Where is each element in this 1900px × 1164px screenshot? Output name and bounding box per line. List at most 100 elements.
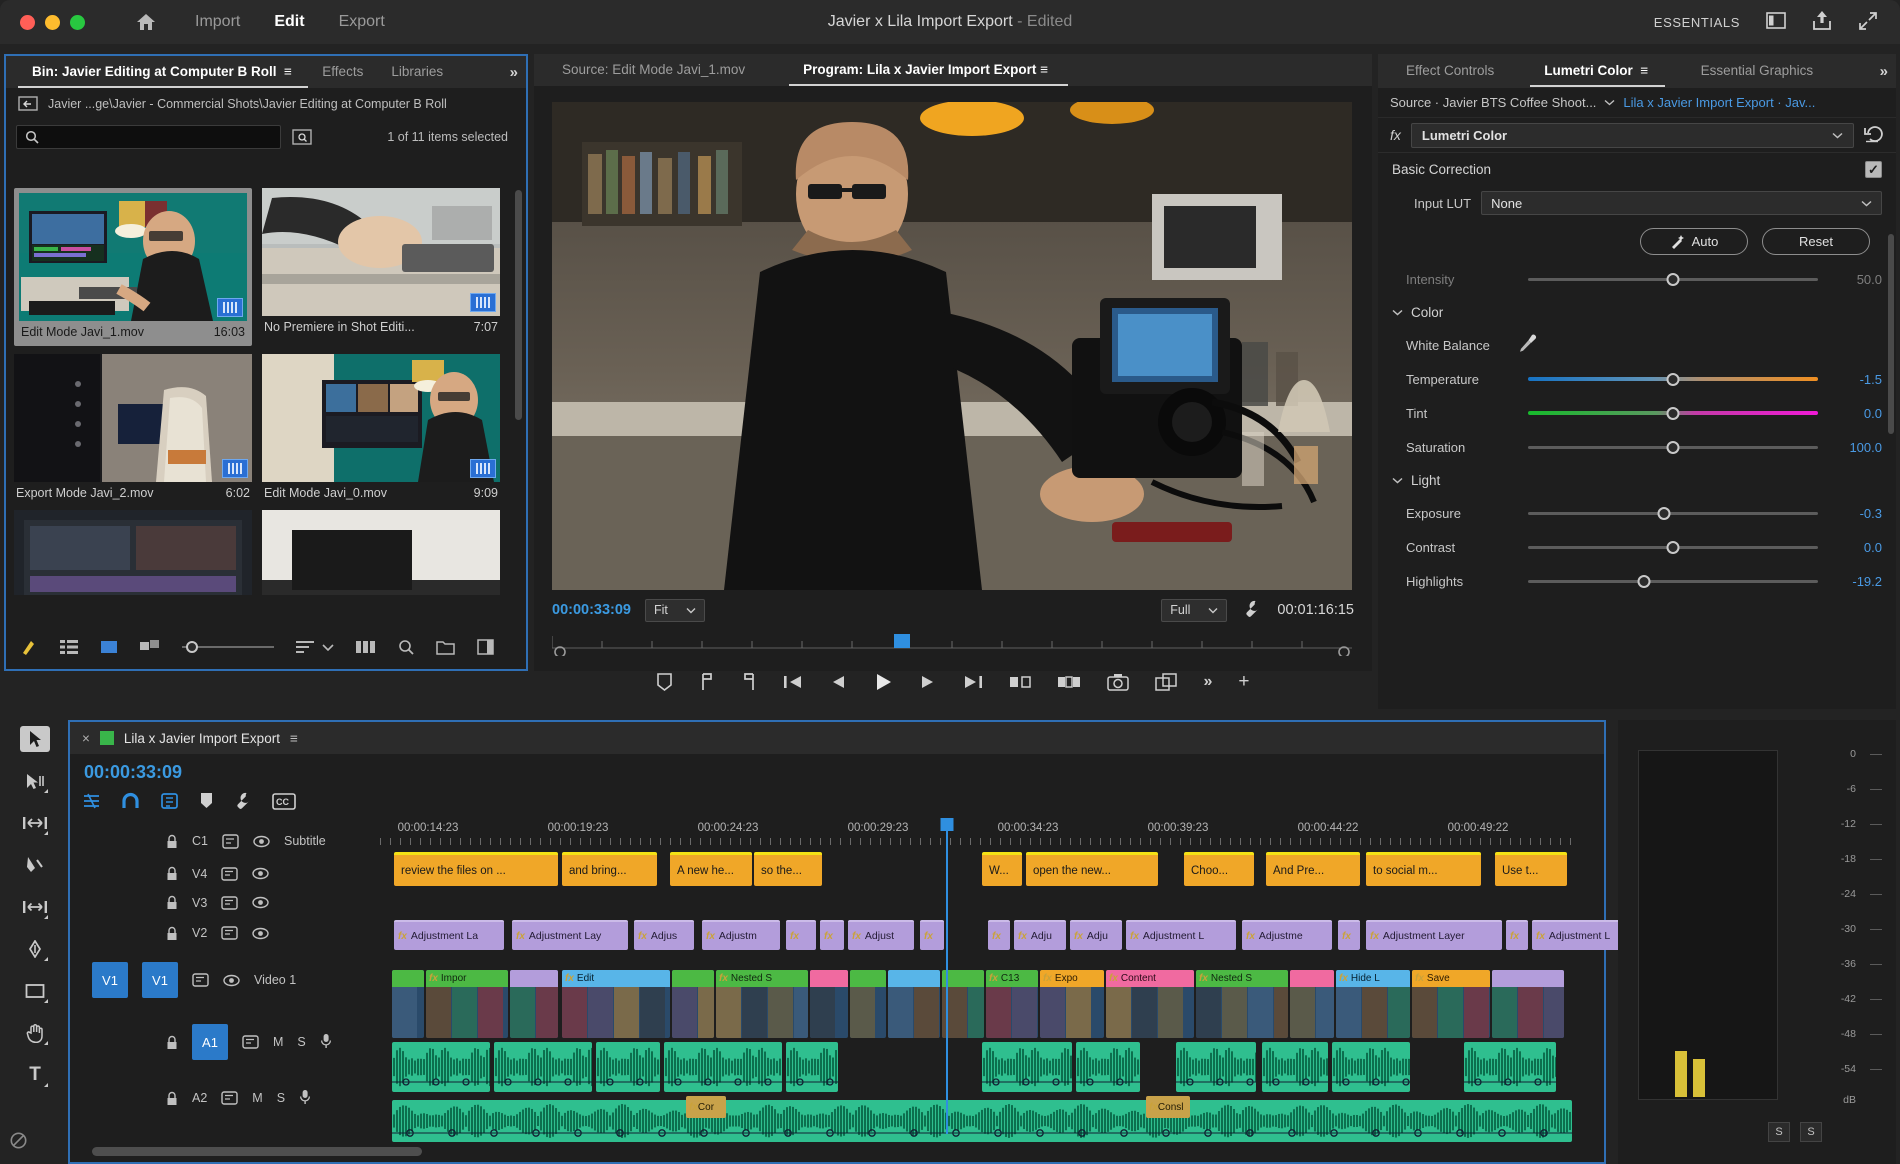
sequence-clip-label[interactable]: Lila x Javier Import Export · Jav... (1623, 95, 1815, 110)
timeline-playhead-timecode[interactable]: 00:00:33:09 (84, 762, 182, 783)
thumbnail-size-icon[interactable] (356, 639, 376, 655)
window-controls[interactable] (20, 14, 85, 30)
caption-clip[interactable]: W... (982, 852, 1022, 886)
program-monitor-video[interactable] (552, 102, 1352, 590)
slider-knob[interactable] (1666, 272, 1680, 286)
audio-transition-clip[interactable]: fx Consl (1146, 1096, 1190, 1118)
audio-clip[interactable] (1076, 1042, 1140, 1092)
sync-lock-icon[interactable] (192, 973, 209, 987)
adjustment-layer-clip[interactable]: fx (988, 920, 1010, 950)
zoom-level-select[interactable]: Fit (645, 598, 705, 622)
clip-thumbnail[interactable] (262, 354, 500, 482)
monitor-scrub-bar[interactable] (551, 630, 1352, 658)
wrench-settings-icon[interactable] (1243, 600, 1261, 621)
workspace-selector[interactable]: ESSENTIALS (1654, 15, 1740, 30)
video-clip[interactable]: fx Save (1412, 970, 1490, 1038)
adjustment-layer-clip[interactable]: fx Adjust (848, 920, 914, 950)
adjustment-layer-clip[interactable]: fx Adjustm (702, 920, 780, 950)
sync-lock-icon[interactable] (221, 1091, 238, 1105)
lock-icon[interactable] (166, 866, 178, 881)
bin-item[interactable]: Export Mode Javi_2.mov 6:02 (14, 354, 252, 502)
param-temperature[interactable]: Temperature -1.5 (1378, 362, 1896, 396)
bin-item[interactable] (262, 510, 500, 595)
new-item-button[interactable] (477, 639, 494, 655)
track-header-v4[interactable]: V4 (70, 860, 380, 887)
icon-view-icon[interactable] (100, 639, 118, 655)
linked-selection-icon[interactable] (160, 792, 179, 813)
new-item-icon[interactable] (20, 638, 38, 656)
add-marker-icon[interactable] (199, 792, 214, 813)
tab-effect-controls[interactable]: Effect Controls (1392, 55, 1508, 87)
settings-wrench-icon[interactable] (234, 792, 252, 813)
sync-lock-icon[interactable] (221, 926, 238, 940)
adjustment-layer-clip[interactable]: fx (1506, 920, 1528, 950)
video-clip[interactable] (1290, 970, 1334, 1038)
captions-cc-icon[interactable]: CC (272, 792, 296, 813)
zoom-slider[interactable] (182, 640, 274, 654)
adjustment-layer-clip[interactable]: fx Adjus (634, 920, 694, 950)
find-icon[interactable] (398, 639, 414, 655)
bin-item-grid[interactable]: Edit Mode Javi_1.mov 16:03 No Premiere i… (14, 188, 512, 595)
slider-knob[interactable] (1666, 372, 1680, 386)
video-clip[interactable] (942, 970, 984, 1038)
lumetri-scrollbar[interactable] (1888, 234, 1894, 434)
step-forward-icon[interactable] (919, 674, 937, 690)
sequence-name[interactable]: Lila x Javier Import Export (124, 731, 280, 746)
caption-clip[interactable]: open the new... (1026, 852, 1158, 886)
track-visibility-icon[interactable] (252, 927, 269, 940)
track-header-v2[interactable]: V2 (70, 918, 380, 948)
param-exposure[interactable]: Exposure -0.3 (1378, 496, 1896, 530)
video-clip[interactable]: fx C13 (986, 970, 1038, 1038)
panel-menu-icon[interactable]: ≡ (280, 56, 294, 88)
add-marker-icon[interactable] (656, 673, 673, 691)
go-to-out-icon[interactable] (963, 674, 983, 690)
tab-import[interactable]: Import (195, 13, 240, 31)
track-v1-lane[interactable]: fx Impor fx Edit fx Nested Sfx C13 fx Expo fx Cont… (380, 970, 1570, 1038)
param-value[interactable]: -1.5 (1828, 372, 1882, 387)
lift-icon[interactable] (1009, 673, 1032, 691)
clip-thumbnail[interactable] (19, 193, 247, 321)
slider-knob[interactable] (1637, 574, 1651, 588)
param-value[interactable]: 0.0 (1828, 540, 1882, 555)
panel-menu-icon[interactable]: ≡ (1637, 55, 1651, 87)
sort-icon[interactable] (296, 640, 314, 654)
audio-clip[interactable] (664, 1042, 782, 1092)
param-slider[interactable] (1528, 439, 1818, 455)
audio-transition-clip[interactable]: fx Cor (686, 1096, 726, 1118)
playhead-timecode[interactable]: 00:00:33:09 (552, 602, 631, 618)
track-a1-lane[interactable] (380, 1042, 1570, 1096)
home-icon[interactable] (133, 9, 159, 35)
extract-icon[interactable] (1057, 673, 1081, 691)
step-back-icon[interactable] (829, 674, 847, 690)
voice-over-record-icon[interactable] (299, 1089, 311, 1108)
auto-button[interactable]: Auto (1640, 227, 1748, 255)
tab-effects[interactable]: Effects (308, 56, 377, 88)
adjustment-layer-clip[interactable]: fx Adjustme (1242, 920, 1332, 950)
voice-over-record-icon[interactable] (320, 1033, 332, 1052)
param-intensity[interactable]: Intensity 50.0 (1378, 262, 1896, 296)
panel-layout-icon[interactable] (1766, 12, 1786, 32)
clip-thumbnail[interactable] (262, 510, 500, 595)
panel-menu-icon[interactable]: ≡ (1040, 54, 1054, 86)
track-header-c1[interactable]: C1 Subtitle (70, 822, 380, 860)
search-field[interactable] (45, 130, 255, 144)
param-slider[interactable] (1528, 271, 1818, 287)
solo-track-button[interactable]: S (297, 1035, 305, 1049)
tab-edit[interactable]: Edit (274, 13, 304, 31)
type-tool[interactable]: T (20, 1062, 50, 1088)
mode-tabs[interactable]: Import Edit Export (195, 13, 385, 31)
tab-libraries[interactable]: Libraries (377, 56, 457, 88)
audio-clip[interactable] (786, 1042, 838, 1092)
track-header-a1[interactable]: A1 M S (70, 1012, 380, 1072)
resolution-select[interactable]: Full (1161, 598, 1228, 622)
comparison-view-icon[interactable] (1155, 673, 1178, 691)
lock-icon[interactable] (166, 926, 178, 941)
tab-program-monitor[interactable]: Program: Lila x Javier Import Export ≡ (789, 54, 1069, 86)
adjustment-layer-clip[interactable]: fx Adjustment L (1126, 920, 1236, 950)
adjustment-layer-clip[interactable]: fx Adju (1070, 920, 1122, 950)
mark-out-icon[interactable] (741, 673, 757, 691)
pen-tool[interactable] (20, 936, 50, 962)
group-color[interactable]: Color (1378, 296, 1896, 328)
reset-button[interactable]: Reset (1762, 227, 1870, 255)
maximize-window-button[interactable] (70, 14, 85, 30)
